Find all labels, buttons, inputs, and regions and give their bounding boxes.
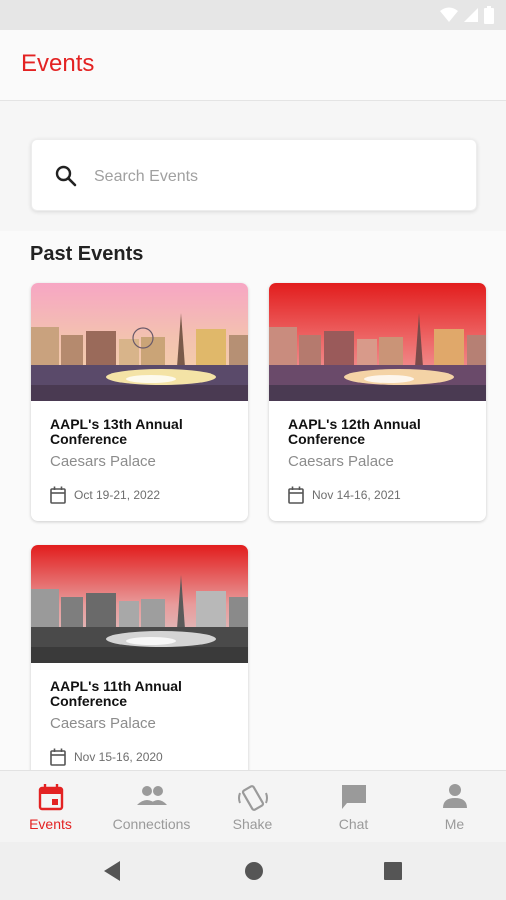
event-date: Nov 15-16, 2020 — [74, 750, 163, 764]
event-card[interactable]: AAPL's 12th Annual Conference Caesars Pa… — [269, 283, 486, 521]
status-bar — [0, 0, 506, 30]
calendar-icon — [288, 486, 304, 504]
event-card[interactable]: AAPL's 11th Annual Conference Caesars Pa… — [31, 545, 248, 785]
event-image — [31, 545, 248, 663]
wifi-icon — [440, 7, 458, 22]
nav-item-chat[interactable]: Chat — [303, 771, 404, 843]
event-date-row: Nov 14-16, 2021 — [288, 486, 401, 504]
chat-icon — [341, 785, 366, 809]
people-icon — [136, 786, 167, 805]
calendar-icon — [38, 784, 63, 811]
search-area — [0, 101, 506, 231]
nav-item-connections[interactable]: Connections — [101, 771, 202, 843]
search-input[interactable] — [92, 162, 456, 192]
nav-label: Shake — [232, 816, 273, 832]
nav-label: Chat — [338, 816, 369, 832]
shake-phone-icon — [237, 785, 268, 811]
section-title: Past Events — [30, 243, 144, 265]
system-nav-bar — [0, 842, 506, 900]
page-title: Events — [21, 50, 95, 77]
nav-label: Events — [29, 816, 72, 832]
signal-icon — [464, 8, 478, 22]
recents-icon[interactable] — [383, 860, 403, 882]
nav-label: Connections — [112, 816, 191, 832]
event-venue: Caesars Palace — [50, 715, 156, 732]
event-date: Nov 14-16, 2021 — [312, 488, 401, 502]
event-venue: Caesars Palace — [288, 453, 394, 470]
search-box[interactable] — [31, 139, 477, 211]
event-title: AAPL's 11th Annual Conference — [50, 678, 182, 709]
event-date-row: Oct 19-21, 2022 — [50, 486, 160, 504]
event-image — [31, 283, 248, 401]
calendar-icon — [50, 748, 66, 766]
nav-item-events[interactable]: Events — [0, 771, 101, 843]
nav-item-me[interactable]: Me — [404, 771, 505, 843]
person-icon — [442, 784, 467, 808]
home-icon[interactable] — [244, 860, 264, 882]
status-icons — [440, 6, 494, 24]
event-venue: Caesars Palace — [50, 453, 156, 470]
nav-item-shake[interactable]: Shake — [202, 771, 303, 843]
event-date: Oct 19-21, 2022 — [74, 488, 161, 502]
event-image — [269, 283, 486, 401]
app-bar: Events — [0, 30, 506, 101]
search-icon[interactable] — [54, 164, 78, 188]
event-card[interactable]: AAPL's 13th Annual Conference Caesars Pa… — [31, 283, 248, 521]
bottom-nav: Events Connections Shake Chat Me — [0, 770, 506, 843]
event-title: AAPL's 12th Annual Conference — [288, 416, 421, 447]
event-title: AAPL's 13th Annual Conference — [50, 416, 183, 447]
back-icon[interactable] — [102, 860, 122, 882]
nav-label: Me — [444, 816, 465, 832]
calendar-icon — [50, 486, 66, 504]
event-date-row: Nov 15-16, 2020 — [50, 748, 163, 766]
battery-icon — [484, 6, 494, 24]
